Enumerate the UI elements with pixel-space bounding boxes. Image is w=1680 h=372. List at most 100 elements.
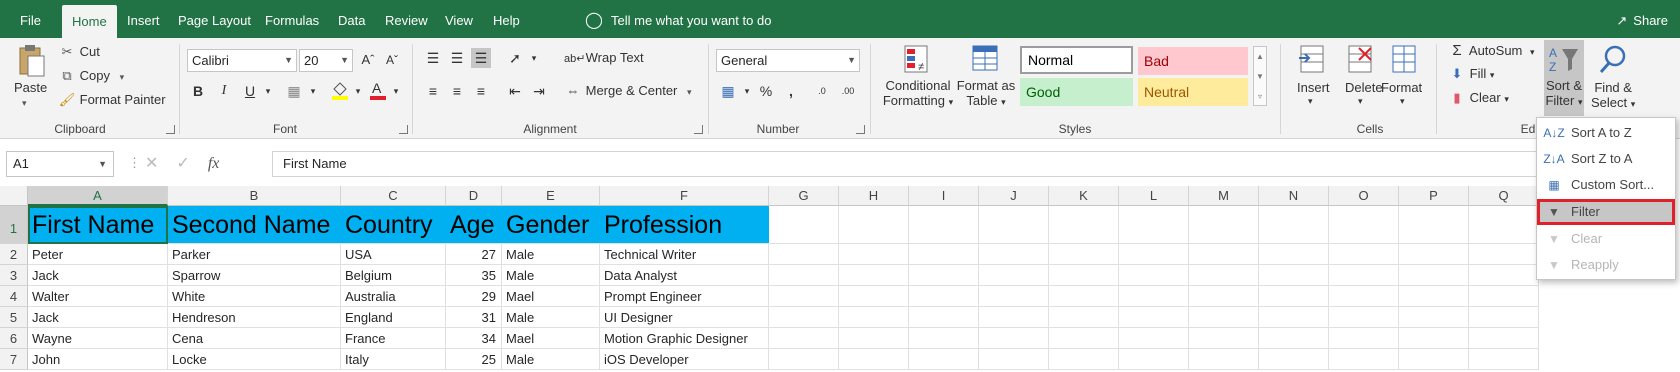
data-cell[interactable]: Male: [502, 349, 600, 370]
empty-cell[interactable]: [1329, 307, 1399, 328]
empty-cell[interactable]: [769, 328, 839, 349]
empty-cell[interactable]: [1049, 328, 1119, 349]
name-box[interactable]: A1 ▼: [6, 151, 114, 177]
empty-cell[interactable]: [1469, 328, 1539, 349]
empty-cell[interactable]: [979, 307, 1049, 328]
empty-cell[interactable]: [1329, 206, 1399, 244]
data-cell[interactable]: Jack: [28, 307, 168, 328]
empty-cell[interactable]: [1469, 286, 1539, 307]
empty-cell[interactable]: [909, 265, 979, 286]
column-header-n[interactable]: N: [1259, 186, 1329, 206]
format-cells-icon[interactable]: [1389, 44, 1419, 76]
data-cell[interactable]: Jack: [28, 265, 168, 286]
format-as-table-icon[interactable]: [971, 44, 1001, 76]
font-color-dropdown-icon[interactable]: ▾: [386, 81, 406, 101]
currency-dropdown-icon[interactable]: ▾: [737, 81, 757, 101]
select-all-corner[interactable]: [0, 186, 28, 206]
empty-cell[interactable]: [909, 349, 979, 370]
cancel-icon[interactable]: ✕: [145, 155, 158, 172]
column-header-b[interactable]: B: [168, 186, 341, 206]
conditional-formatting-button[interactable]: Conditional Formatting ▾: [880, 78, 956, 108]
conditional-formatting-icon[interactable]: ≠: [903, 44, 933, 76]
row-header-1[interactable]: 1: [0, 206, 28, 244]
empty-cell[interactable]: [1259, 206, 1329, 244]
data-cell[interactable]: White: [168, 286, 341, 307]
clipboard-launcher-icon[interactable]: [166, 125, 175, 134]
data-cell[interactable]: Cena: [168, 328, 341, 349]
empty-cell[interactable]: [1399, 244, 1469, 265]
data-cell[interactable]: Data Analyst: [600, 265, 769, 286]
row-header-7[interactable]: 7: [0, 349, 28, 370]
column-header-p[interactable]: P: [1399, 186, 1469, 206]
fill-color-icon[interactable]: [330, 79, 350, 100]
fx-icon[interactable]: fx: [208, 155, 220, 172]
merge-center-button[interactable]: ⇔ Merge & Center ▾: [564, 83, 692, 98]
empty-cell[interactable]: [1399, 349, 1469, 370]
tab-insert[interactable]: Insert: [117, 0, 170, 38]
header-cell[interactable]: Gender: [502, 206, 600, 244]
cut-button[interactable]: ✂ Cut: [58, 44, 100, 60]
empty-cell[interactable]: [1259, 349, 1329, 370]
empty-cell[interactable]: [1189, 349, 1259, 370]
data-cell[interactable]: 31: [446, 307, 502, 328]
empty-cell[interactable]: [1119, 328, 1189, 349]
data-cell[interactable]: France: [341, 328, 446, 349]
empty-cell[interactable]: [1399, 206, 1469, 244]
empty-cell[interactable]: [1049, 206, 1119, 244]
data-cell[interactable]: John: [28, 349, 168, 370]
column-header-d[interactable]: D: [446, 186, 502, 206]
data-cell[interactable]: Hendreson: [168, 307, 341, 328]
column-header-l[interactable]: L: [1119, 186, 1189, 206]
data-cell[interactable]: Wayne: [28, 328, 168, 349]
enter-icon[interactable]: ✓: [176, 155, 189, 172]
column-header-m[interactable]: M: [1189, 186, 1259, 206]
menu-item-clear[interactable]: ▼ Clear: [1537, 226, 1675, 252]
empty-cell[interactable]: [1119, 265, 1189, 286]
currency-icon[interactable]: ▦: [718, 81, 738, 101]
empty-cell[interactable]: [769, 244, 839, 265]
data-cell[interactable]: Male: [502, 244, 600, 265]
data-cell[interactable]: Male: [502, 307, 600, 328]
tab-data[interactable]: Data: [328, 0, 375, 38]
empty-cell[interactable]: [1189, 307, 1259, 328]
insert-cells-icon[interactable]: [1297, 44, 1327, 76]
column-header-h[interactable]: H: [839, 186, 909, 206]
header-cell[interactable]: Profession: [600, 206, 769, 244]
empty-cell[interactable]: [979, 265, 1049, 286]
font-color-icon[interactable]: A: [368, 79, 388, 100]
empty-cell[interactable]: [1049, 307, 1119, 328]
empty-cell[interactable]: [979, 244, 1049, 265]
find-select-button[interactable]: Find & Select ▾: [1591, 80, 1635, 110]
chevron-down-icon[interactable]: ▾: [1358, 96, 1363, 107]
chevron-down-icon[interactable]: ▾: [1400, 96, 1405, 107]
empty-cell[interactable]: [1329, 286, 1399, 307]
number-launcher-icon[interactable]: [856, 125, 865, 134]
empty-cell[interactable]: [1189, 244, 1259, 265]
font-launcher-icon[interactable]: [399, 125, 408, 134]
tab-home[interactable]: Home: [62, 5, 117, 38]
empty-cell[interactable]: [1469, 349, 1539, 370]
empty-cell[interactable]: [1469, 265, 1539, 286]
borders-dropdown-icon[interactable]: ▾: [303, 81, 323, 101]
empty-cell[interactable]: [1469, 244, 1539, 265]
data-cell[interactable]: Locke: [168, 349, 341, 370]
format-painter-button[interactable]: 🖌 Format Painter: [58, 92, 166, 108]
tab-page-layout[interactable]: Page Layout: [168, 0, 261, 38]
paste-dropdown-icon[interactable]: ▾: [22, 98, 27, 109]
empty-cell[interactable]: [839, 349, 909, 370]
data-cell[interactable]: Mael: [502, 328, 600, 349]
empty-cell[interactable]: [1049, 244, 1119, 265]
fill-color-dropdown-icon[interactable]: ▾: [348, 81, 368, 101]
column-header-f[interactable]: F: [600, 186, 769, 206]
orientation-icon[interactable]: ➚: [505, 48, 525, 68]
tab-view[interactable]: View: [435, 0, 483, 38]
empty-cell[interactable]: [839, 265, 909, 286]
empty-cell[interactable]: [1329, 244, 1399, 265]
data-cell[interactable]: USA: [341, 244, 446, 265]
empty-cell[interactable]: [1259, 307, 1329, 328]
increase-indent-icon[interactable]: ⇥: [529, 81, 549, 101]
wrap-text-button[interactable]: ab↵ Wrap Text: [564, 50, 644, 65]
row-header-2[interactable]: 2: [0, 244, 28, 265]
style-neutral[interactable]: Neutral: [1138, 78, 1248, 106]
empty-cell[interactable]: [1259, 244, 1329, 265]
